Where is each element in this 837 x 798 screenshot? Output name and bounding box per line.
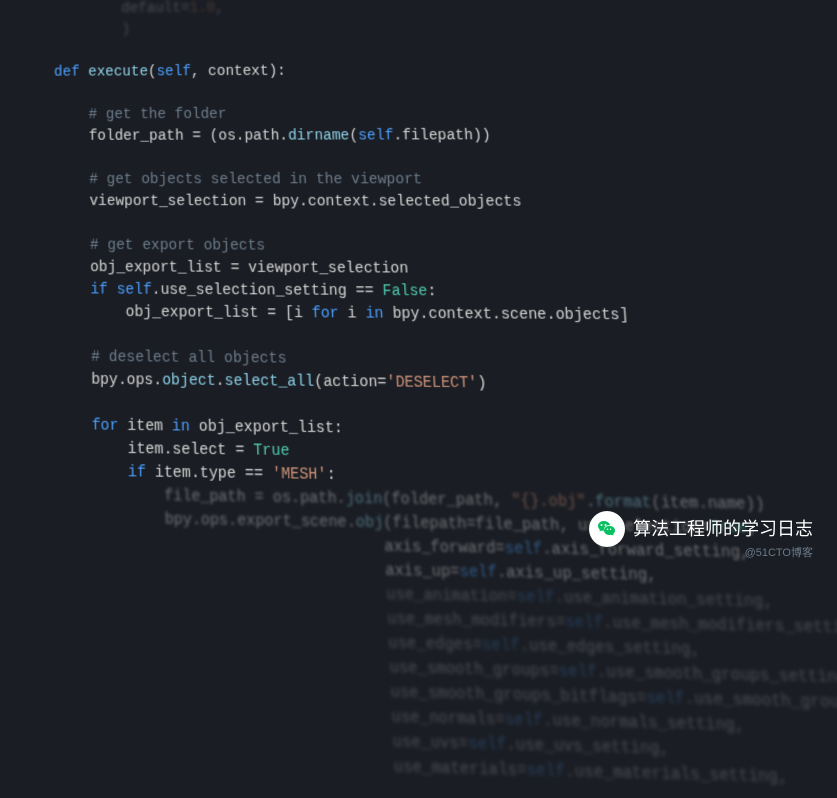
- code-line: folder_path = (os.path.dirname(self.file…: [20, 125, 837, 148]
- code-editor-view: default=1.0, ) def execute(self, context…: [0, 0, 837, 796]
- code-line: [20, 213, 837, 237]
- code-line: [20, 147, 837, 169]
- watermark-attribution: @51CTO博客: [745, 545, 813, 562]
- code-line: ): [20, 15, 837, 41]
- code-line: # get objects selected in the viewport: [20, 170, 837, 193]
- code-line: viewport_selection = bpy.context.selecte…: [20, 191, 837, 214]
- code-line: def execute(self, context):: [20, 59, 837, 84]
- code-line: # get the folder: [20, 103, 837, 127]
- watermark: 算法工程师的学习日志: [589, 511, 813, 547]
- watermark-text: 算法工程师的学习日志: [633, 516, 813, 543]
- code-line: [20, 81, 837, 105]
- wechat-icon: [589, 511, 625, 547]
- code-line: # get export objects: [21, 235, 837, 260]
